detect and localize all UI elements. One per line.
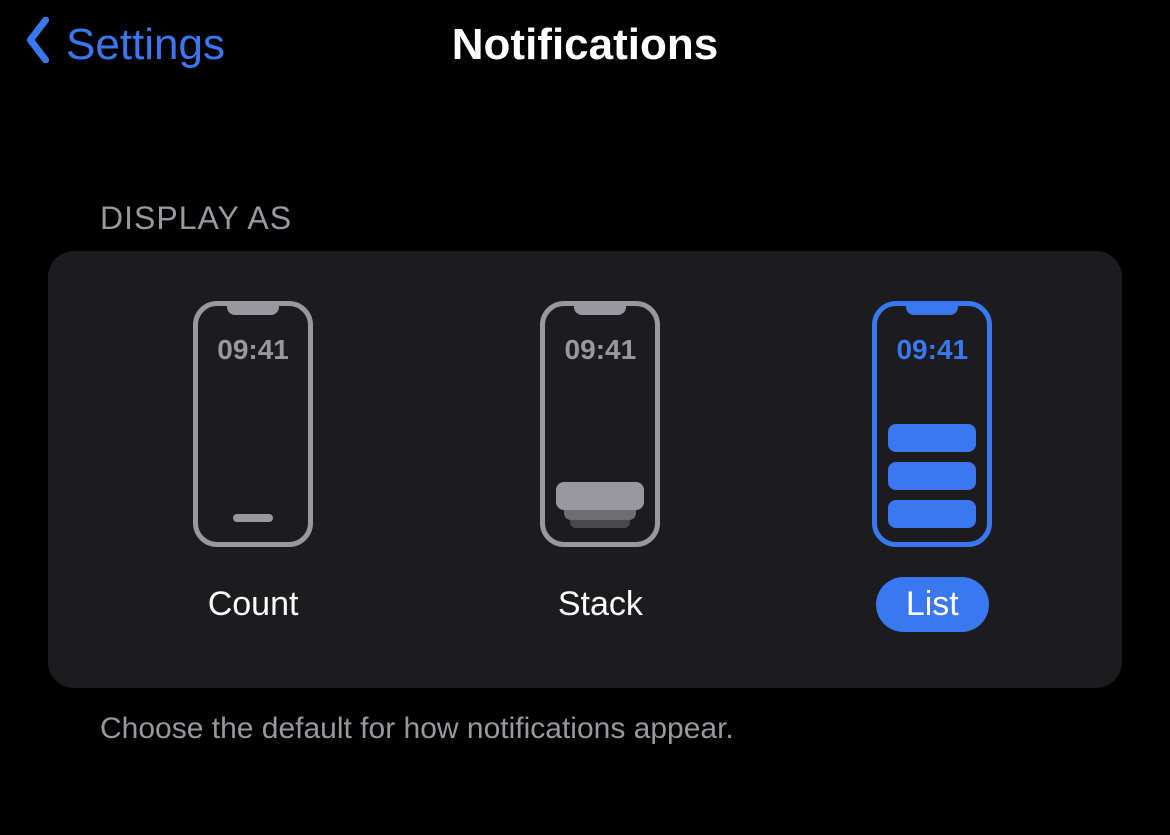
display-option-count-label: Count	[178, 577, 329, 632]
preview-clock: 09:41	[217, 334, 289, 366]
count-indicator-icon	[233, 514, 273, 522]
preview-clock: 09:41	[565, 334, 637, 366]
phone-preview-stack-icon: 09:41	[540, 301, 660, 547]
section-footer-display-as: Choose the default for how notifications…	[0, 712, 1170, 746]
display-option-stack[interactable]: 09:41 Stack	[528, 301, 673, 632]
phone-preview-count-icon: 09:41	[193, 301, 313, 547]
notch-icon	[906, 305, 958, 315]
display-option-list[interactable]: 09:41 List	[872, 301, 992, 632]
phone-preview-list-icon: 09:41	[872, 301, 992, 547]
display-option-stack-label: Stack	[528, 577, 673, 632]
stack-indicator-icon	[556, 478, 644, 528]
section-header-display-as: DISPLAY AS	[0, 200, 1170, 251]
page-title: Notifications	[452, 20, 718, 70]
back-button[interactable]: Settings	[0, 17, 225, 74]
back-label: Settings	[66, 20, 225, 70]
preview-clock: 09:41	[896, 334, 968, 366]
display-as-card: 09:41 Count 09:41 Stack 09:41	[48, 251, 1122, 688]
nav-bar: Settings Notifications	[0, 0, 1170, 90]
display-option-list-label: List	[876, 577, 989, 632]
notch-icon	[574, 305, 626, 315]
display-option-count[interactable]: 09:41 Count	[178, 301, 329, 632]
chevron-left-icon	[24, 17, 52, 74]
list-indicator-icon	[888, 424, 976, 528]
notch-icon	[227, 305, 279, 315]
